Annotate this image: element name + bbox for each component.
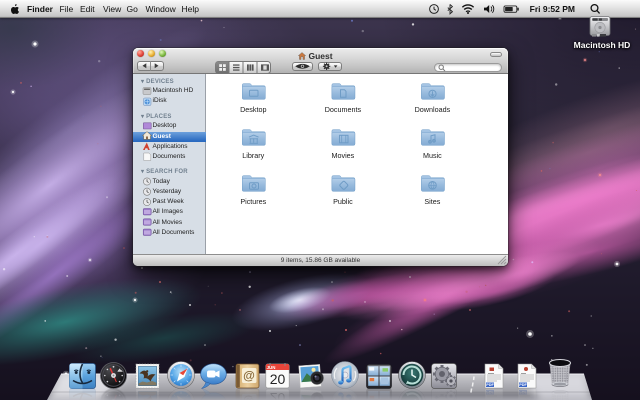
svg-text:@: @ <box>243 368 255 382</box>
svg-text:PDF: PDF <box>519 383 527 387</box>
svg-text:PDF: PDF <box>486 383 494 387</box>
svg-text:20: 20 <box>270 371 286 387</box>
svg-text:JUN: JUN <box>267 364 276 369</box>
